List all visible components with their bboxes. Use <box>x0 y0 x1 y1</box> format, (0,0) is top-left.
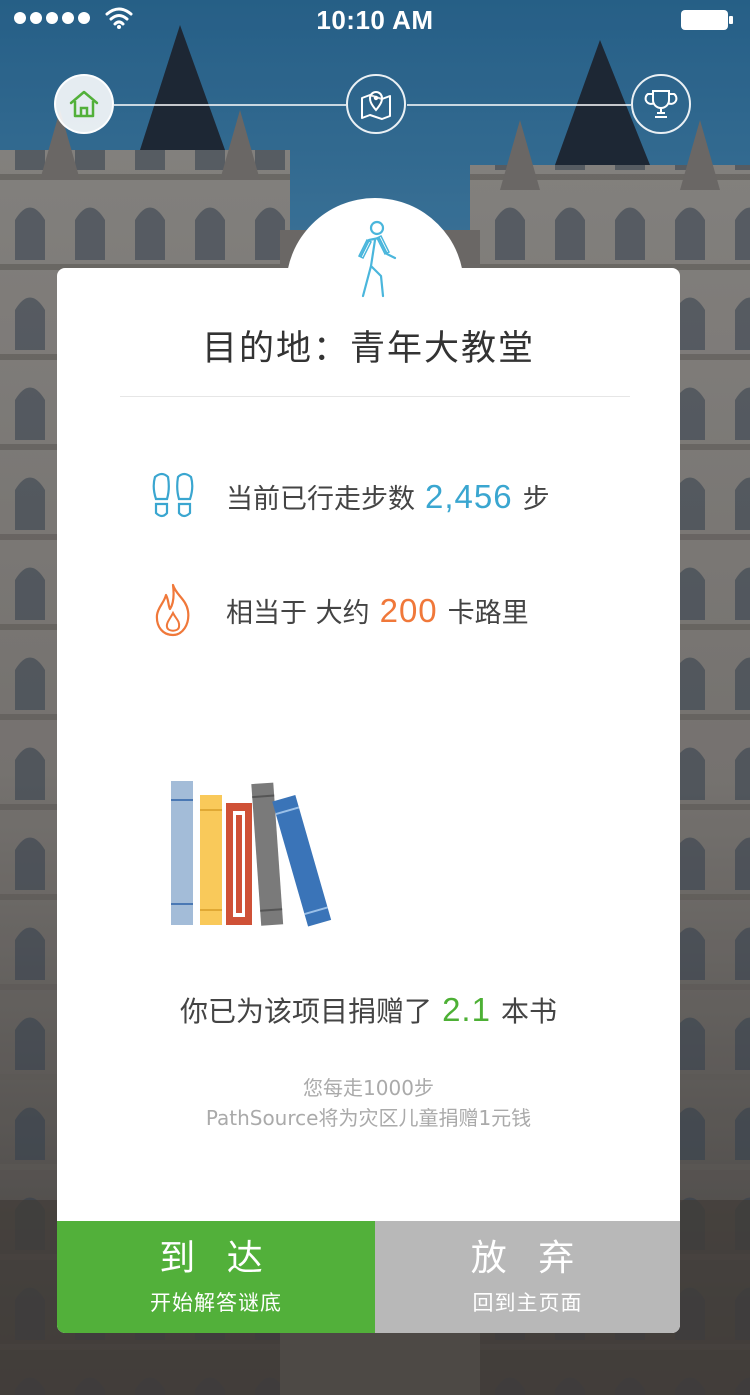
donation-summary: 你已为该项目捐赠了 2.1 本书 <box>57 990 680 1030</box>
divider <box>120 396 630 397</box>
step-home[interactable] <box>54 74 114 134</box>
arrive-button[interactable]: 到 达 开始解答谜底 <box>57 1221 375 1333</box>
give-up-button[interactable]: 放 弃 回到主页面 <box>375 1221 680 1333</box>
battery-icon <box>680 9 734 31</box>
step-trophy[interactable] <box>631 74 691 134</box>
give-up-button-subtitle: 回到主页面 <box>472 1291 583 1315</box>
progress-line <box>407 104 631 106</box>
donation-note-line2: PathSource将为灾区儿童捐赠1元钱 <box>205 1106 532 1130</box>
footprints-icon <box>148 471 198 521</box>
status-time: 10:10 AM <box>316 5 434 35</box>
donation-note-line1: 您每走1000步 <box>303 1076 434 1100</box>
calorie-value: 200 <box>379 591 438 629</box>
books-icon <box>165 775 345 939</box>
arrive-button-title: 到 达 <box>159 1238 273 1279</box>
trophy-icon <box>644 90 678 118</box>
map-pin-icon <box>361 91 391 120</box>
calorie-stat: 相当于 大约 200 卡路里 <box>148 580 529 640</box>
arrive-button-subtitle: 开始解答谜底 <box>150 1291 282 1315</box>
calorie-label: 相当于 大约 <box>226 597 370 629</box>
steps-label: 当前已行走步数 <box>226 483 415 515</box>
status-bar: 10:10 AM <box>0 0 750 40</box>
step-map[interactable] <box>346 74 406 134</box>
walking-person-icon <box>345 218 405 304</box>
steps-unit: 步 <box>522 483 550 515</box>
progress-line <box>114 104 346 106</box>
progress-steps <box>0 70 750 140</box>
donation-label: 你已为该项目捐赠了 <box>180 995 433 1028</box>
calorie-unit: 卡路里 <box>447 597 529 629</box>
trip-card <box>57 268 680 1333</box>
flame-icon <box>148 583 198 637</box>
home-icon <box>69 90 99 118</box>
destination-title: 目的地：青年大教堂 <box>201 329 535 369</box>
steps-stat: 当前已行走步数 2,456 步 <box>148 466 550 526</box>
steps-value: 2,456 <box>425 477 513 515</box>
donation-value: 2.1 <box>442 991 491 1028</box>
donation-unit: 本书 <box>500 995 557 1028</box>
give-up-button-title: 放 弃 <box>470 1238 585 1279</box>
